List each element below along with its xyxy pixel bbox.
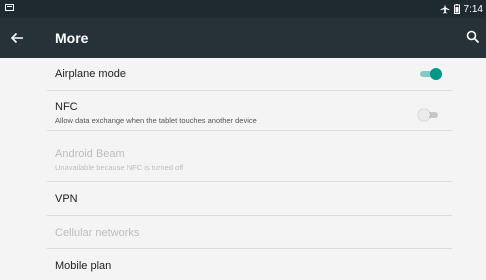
- setting-mobile-plan[interactable]: Mobile plan: [47, 249, 452, 280]
- setting-label: Cellular networks: [55, 227, 140, 239]
- airplane-icon: [440, 4, 450, 14]
- setting-airplane-mode[interactable]: Airplane mode: [47, 58, 452, 91]
- setting-cellular-networks: Cellular networks: [47, 216, 452, 249]
- nfc-toggle[interactable]: [418, 109, 440, 121]
- notification-icon: [5, 4, 14, 11]
- setting-label: Mobile plan: [55, 260, 112, 272]
- setting-label: Android Beam: [55, 148, 125, 160]
- status-time: 7:14: [463, 3, 483, 15]
- setting-summary: Allow data exchange when the tablet touc…: [55, 116, 257, 125]
- setting-label: Airplane mode: [55, 68, 126, 80]
- setting-nfc[interactable]: NFC Allow data exchange when the tablet …: [47, 91, 452, 131]
- setting-label: VPN: [55, 193, 78, 205]
- setting-summary: Unavailable because NFC is turned off: [55, 163, 184, 172]
- search-icon[interactable]: [466, 30, 480, 44]
- airplane-mode-toggle[interactable]: [420, 68, 442, 80]
- app-bar: More: [0, 18, 486, 58]
- setting-vpn[interactable]: VPN: [47, 182, 452, 216]
- back-arrow-icon[interactable]: [9, 30, 25, 46]
- status-bar: 7:14: [0, 0, 486, 18]
- settings-list: Airplane mode NFC Allow data exchange wh…: [0, 58, 486, 280]
- page-title: More: [55, 30, 89, 46]
- battery-icon: [453, 4, 460, 14]
- setting-label: NFC: [55, 101, 78, 113]
- setting-android-beam: Android Beam Unavailable because NFC is …: [47, 131, 452, 182]
